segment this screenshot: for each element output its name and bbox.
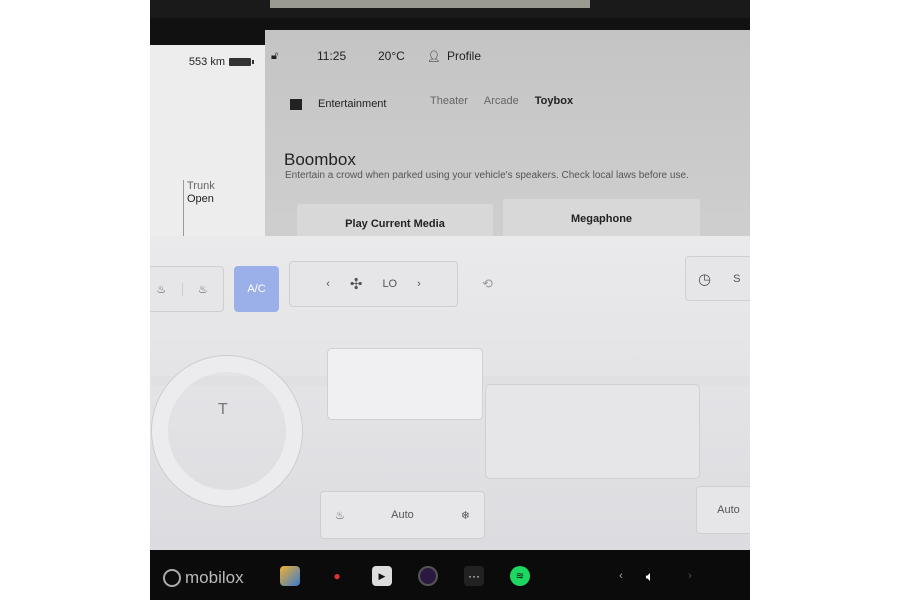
boombox-title: Boombox xyxy=(284,150,356,169)
battery-icon xyxy=(229,58,254,66)
fan-decrease-button[interactable]: ‹ xyxy=(326,278,330,290)
right-seat-auto[interactable]: Auto xyxy=(696,486,750,534)
bezel xyxy=(150,0,750,18)
fan-level: LO xyxy=(382,278,398,290)
range-text: 553 km xyxy=(188,56,225,68)
boombox-description: Entertain a crowd when parked using your… xyxy=(285,170,689,181)
center-display-illustration xyxy=(327,348,483,420)
camera-icon[interactable] xyxy=(418,566,438,586)
megaphone-button[interactable]: Megaphone xyxy=(503,199,700,239)
watermark-logo: mobilox xyxy=(163,568,244,588)
climate-panel: ♨︎ ♨︎ A/C ‹ ✣ LO › ⟲ ◷ S T ♨︎ Auto ❄︎ Aut… xyxy=(150,236,750,550)
recirculate-icon[interactable]: ⟲ xyxy=(482,276,493,292)
theater-icon[interactable]: ▶ xyxy=(372,566,392,586)
spotify-icon[interactable]: ≋ xyxy=(510,566,530,586)
left-seat-auto[interactable]: Auto xyxy=(391,509,414,521)
steering-wheel xyxy=(152,356,302,506)
ac-button[interactable]: A/C xyxy=(234,266,279,312)
fan-control: ‹ ✣ LO › xyxy=(289,261,458,307)
toybox-icon[interactable] xyxy=(280,566,300,586)
clock: 11:25 xyxy=(317,49,347,63)
left-seat-control: ♨︎ Auto ❄︎ xyxy=(320,491,485,539)
schedule-label: S xyxy=(733,272,741,285)
seat-heater-icon[interactable]: ♨︎ xyxy=(335,509,345,522)
lock-icon[interactable]: 🔓︎ xyxy=(271,50,278,63)
tab-theater[interactable]: Theater xyxy=(430,95,468,107)
film-icon xyxy=(290,98,302,110)
profile-button[interactable]: Profile xyxy=(447,49,481,63)
volume-up-button[interactable]: › xyxy=(680,566,700,586)
status-bar: 🔓︎ 11:25 20°C 👤︎ Profile xyxy=(265,45,750,67)
front-defrost-icon[interactable]: ♨︎ xyxy=(150,283,182,296)
profile-icon[interactable]: 👤︎ xyxy=(427,50,441,63)
volume-down-button[interactable]: ‹ xyxy=(611,566,631,586)
seat-cooler-icon[interactable]: ❄︎ xyxy=(461,509,470,522)
tab-toybox[interactable]: Toybox xyxy=(535,95,573,107)
more-icon[interactable]: ··· xyxy=(464,566,484,586)
schedule-button[interactable]: ◷ S xyxy=(685,256,750,301)
tesla-logo-icon: T xyxy=(218,401,228,418)
entertainment-header: Entertainment xyxy=(290,98,386,110)
volume-icon[interactable]: 🔈︎ xyxy=(640,566,660,586)
fan-icon: ✣ xyxy=(349,276,363,293)
entertainment-tabs: Theater Arcade Toybox xyxy=(430,95,573,107)
temperature: 20°C xyxy=(378,49,405,63)
clock-icon: ◷ xyxy=(698,270,712,288)
fan-increase-button[interactable]: › xyxy=(417,278,421,290)
watermark-text: mobilox xyxy=(185,568,244,587)
trunk-label: Trunk xyxy=(187,180,215,192)
entertainment-title: Entertainment xyxy=(318,98,387,110)
glovebox-illustration xyxy=(485,384,700,479)
range-indicator: 553 km xyxy=(188,56,254,68)
trunk-state: Open xyxy=(187,193,214,205)
defrost-buttons: ♨︎ ♨︎ xyxy=(150,266,224,312)
tab-arcade[interactable]: Arcade xyxy=(484,95,519,107)
rear-defrost-icon[interactable]: ♨︎ xyxy=(181,282,224,296)
tesla-screen: 553 km Trunk Open 🔓︎ 11:25 20°C 👤︎ Profil… xyxy=(150,0,750,600)
vehicle-panel: 553 km Trunk Open xyxy=(150,45,265,250)
arcade-joystick-icon[interactable]: ● xyxy=(327,566,347,586)
